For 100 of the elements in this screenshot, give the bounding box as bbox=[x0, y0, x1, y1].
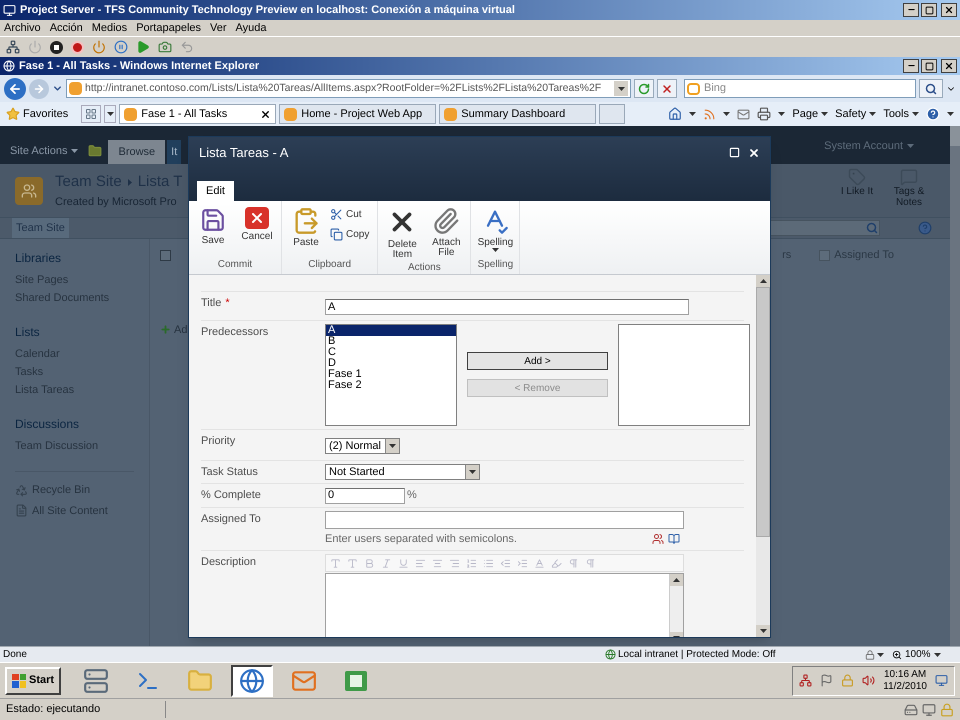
command-menu[interactable]: Safety bbox=[835, 106, 876, 122]
ribbon-button[interactable]: Cancel bbox=[237, 207, 277, 257]
ribbon-button[interactable]: Delete Item bbox=[382, 207, 422, 260]
minimize-button[interactable] bbox=[903, 59, 919, 73]
favorites-button[interactable]: Favorites bbox=[6, 106, 68, 122]
text-color-icon[interactable] bbox=[534, 558, 545, 568]
column-checkbox[interactable] bbox=[819, 250, 830, 261]
browser-tab[interactable]: Summary Dashboard bbox=[439, 104, 596, 124]
ribbon-button[interactable]: Spelling bbox=[475, 207, 516, 257]
available-listbox[interactable]: A B C D Fase 1 Fase 2 bbox=[325, 324, 457, 426]
title-field[interactable]: A bbox=[325, 299, 689, 316]
address-bar[interactable]: http://intranet.contoso.com/Lists/Lista%20Tareas/AllItems.aspx?RootFolder=%2FLists%2FLista%20Tareas%2F bbox=[66, 79, 631, 98]
rtl-icon[interactable] bbox=[585, 558, 596, 568]
back-icon[interactable] bbox=[4, 78, 26, 100]
network-icon[interactable] bbox=[6, 40, 20, 54]
search-field[interactable]: Bing bbox=[704, 80, 913, 97]
align-left-icon[interactable] bbox=[415, 558, 426, 568]
page-tab[interactable]: It bbox=[167, 140, 182, 164]
play-icon[interactable] bbox=[136, 40, 150, 54]
ribbon-small-button[interactable]: Cut bbox=[330, 207, 374, 222]
snapshot-icon[interactable] bbox=[158, 40, 172, 54]
list-option[interactable]: C bbox=[326, 347, 456, 358]
outdent-icon[interactable] bbox=[500, 558, 511, 568]
mail-icon[interactable] bbox=[737, 108, 750, 120]
underline-icon[interactable] bbox=[398, 558, 409, 568]
menu-item[interactable]: Archivo bbox=[4, 20, 41, 36]
bullet-list-icon[interactable] bbox=[483, 558, 494, 568]
printer-icon[interactable] bbox=[757, 107, 772, 121]
selected-listbox[interactable] bbox=[618, 324, 750, 426]
ribbon-tab[interactable]: Edit bbox=[197, 181, 234, 201]
zoom-button[interactable]: 100% bbox=[892, 647, 941, 662]
maximize-button[interactable] bbox=[921, 3, 937, 17]
close-button[interactable] bbox=[941, 59, 957, 73]
search-icon[interactable] bbox=[919, 79, 943, 98]
shutdown-icon[interactable] bbox=[92, 40, 106, 54]
browser-tab[interactable]: Fase 1 - All Tasks bbox=[119, 104, 276, 124]
new-tab-button[interactable] bbox=[599, 104, 626, 124]
caret-icon bbox=[947, 112, 954, 116]
browser-tab[interactable]: Home - Project Web App bbox=[279, 104, 436, 124]
search-box[interactable]: Bing bbox=[684, 79, 916, 98]
taskbar-app[interactable] bbox=[231, 664, 274, 696]
list-option[interactable]: A bbox=[326, 325, 456, 336]
rss-icon[interactable] bbox=[703, 108, 716, 120]
font-size-icon[interactable] bbox=[347, 558, 358, 568]
list-option[interactable]: Fase 2 bbox=[326, 380, 456, 391]
add-button[interactable]: Add > bbox=[467, 352, 608, 370]
list-option[interactable]: D bbox=[326, 358, 456, 369]
font-icon[interactable] bbox=[330, 558, 341, 568]
home-icon[interactable] bbox=[668, 107, 682, 121]
priority-select[interactable]: (2) Normal bbox=[325, 438, 400, 454]
ribbon-button[interactable]: Paste bbox=[286, 207, 326, 257]
menu-item[interactable]: Ver bbox=[210, 20, 227, 36]
folder-up-icon[interactable] bbox=[88, 144, 102, 158]
refresh-icon[interactable] bbox=[634, 79, 654, 98]
reset-icon[interactable] bbox=[71, 40, 84, 54]
show-desktop-icon[interactable] bbox=[935, 674, 948, 687]
list-option[interactable]: B bbox=[326, 336, 456, 347]
site-actions-menu[interactable]: Site Actions bbox=[0, 139, 88, 163]
people-field[interactable] bbox=[325, 510, 684, 528]
quick-tabs-icon[interactable] bbox=[81, 105, 102, 123]
align-center-icon[interactable] bbox=[432, 558, 443, 568]
percent-field[interactable]: 0 bbox=[325, 488, 405, 504]
menu-item[interactable]: Portapapeles bbox=[136, 20, 202, 36]
undo-icon[interactable] bbox=[180, 40, 194, 54]
network-error-icon bbox=[799, 674, 812, 687]
numbered-list-icon[interactable] bbox=[466, 558, 477, 568]
indent-icon[interactable] bbox=[517, 558, 528, 568]
menu-item[interactable]: Medios bbox=[92, 20, 128, 36]
close-icon[interactable] bbox=[748, 146, 760, 159]
page-scrollbar[interactable] bbox=[950, 126, 960, 646]
restore-button[interactable] bbox=[921, 59, 937, 73]
dialog-scrollbar[interactable] bbox=[756, 275, 770, 637]
clock-time: 10:16 AM bbox=[884, 668, 926, 680]
highlight-icon[interactable] bbox=[551, 558, 562, 568]
paperclip-document-icon bbox=[432, 207, 460, 235]
maximize-icon[interactable] bbox=[729, 146, 740, 159]
list-option[interactable]: Fase 1 bbox=[326, 369, 456, 380]
menu-item[interactable]: Acción bbox=[50, 20, 83, 36]
minimize-button[interactable] bbox=[903, 3, 919, 17]
ribbon-button[interactable]: Attach File bbox=[426, 207, 466, 260]
pause-icon[interactable] bbox=[114, 40, 128, 54]
ribbon-button[interactable]: Save bbox=[193, 207, 233, 257]
menu-item[interactable]: Ayuda bbox=[236, 20, 267, 36]
bold-icon[interactable] bbox=[364, 558, 375, 568]
command-menu[interactable]: Tools bbox=[883, 106, 919, 122]
tab-list-icon[interactable] bbox=[104, 105, 116, 123]
ribbon-small-button[interactable]: Copy bbox=[330, 227, 374, 242]
close-button[interactable] bbox=[941, 3, 957, 17]
command-menu[interactable]: Page bbox=[792, 106, 828, 122]
start-button[interactable]: Start bbox=[5, 666, 62, 694]
ltr-icon[interactable] bbox=[568, 558, 579, 568]
editor-scrollbar[interactable] bbox=[669, 574, 683, 637]
align-right-icon[interactable] bbox=[449, 558, 460, 568]
stop-icon[interactable] bbox=[50, 40, 63, 54]
page-tab[interactable]: Browse bbox=[108, 140, 166, 164]
select-all-checkbox[interactable] bbox=[160, 250, 171, 261]
status-select[interactable]: Not Started bbox=[325, 464, 480, 480]
address-book-icon[interactable] bbox=[668, 532, 680, 545]
check-names-icon[interactable] bbox=[652, 532, 664, 545]
italic-icon[interactable] bbox=[381, 558, 392, 568]
